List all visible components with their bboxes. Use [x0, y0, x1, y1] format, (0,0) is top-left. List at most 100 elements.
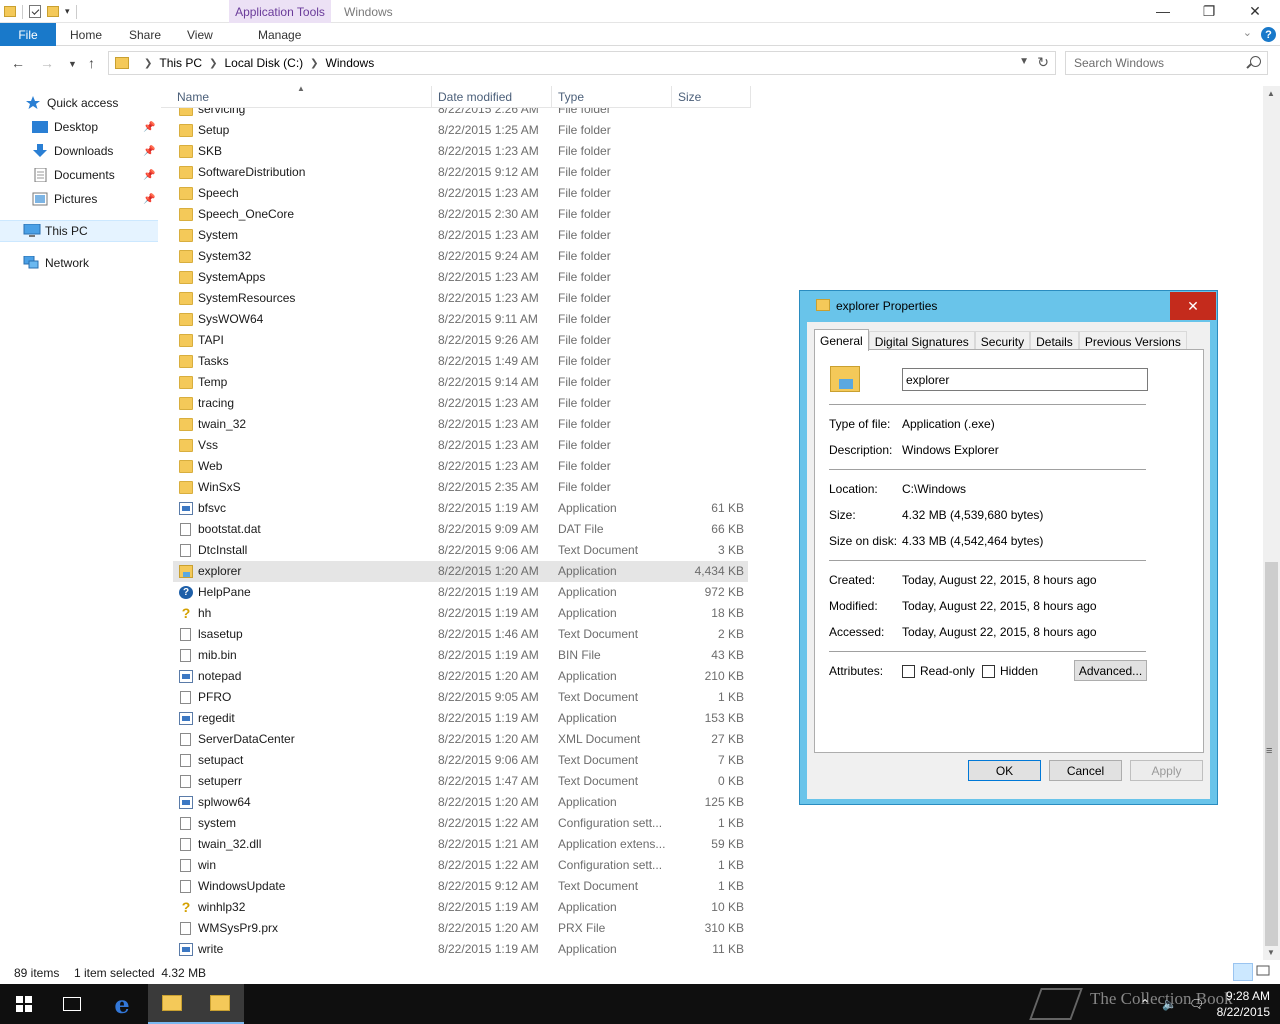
search-icon[interactable]: [1250, 56, 1261, 67]
details-view-button[interactable]: [1233, 963, 1253, 981]
close-window-button[interactable]: ✕: [1232, 0, 1278, 22]
sidebar-item-quick-access[interactable]: Quick access: [0, 92, 158, 114]
chevron-right-icon[interactable]: ❯: [209, 58, 217, 69]
table-row[interactable]: win 8/22/2015 1:22 AM Configuration sett..…: [173, 855, 748, 876]
tab-manage[interactable]: Manage: [258, 23, 301, 46]
table-row[interactable]: explorer 8/22/2015 1:20 AM Application 4,43…: [173, 561, 748, 582]
breadcrumb-windows[interactable]: Windows: [326, 56, 375, 70]
chevron-right-icon[interactable]: ❯: [144, 58, 152, 69]
table-row[interactable]: lsasetup 8/22/2015 1:46 AM Text Document 2 …: [173, 624, 748, 645]
table-row[interactable]: WinSxS 8/22/2015 2:35 AM File folder: [173, 477, 748, 498]
sidebar-item-this-pc[interactable]: This PC: [0, 220, 158, 242]
vertical-scrollbar[interactable]: ▲ ▼: [1263, 86, 1280, 960]
restore-button[interactable]: ❐: [1186, 0, 1232, 22]
new-folder-icon[interactable]: [47, 6, 59, 17]
start-button[interactable]: [0, 984, 48, 1024]
ok-button[interactable]: OK: [968, 760, 1041, 781]
table-row[interactable]: ? HelpPane 8/22/2015 1:19 AM Application 972…: [173, 582, 748, 603]
minimize-button[interactable]: —: [1140, 0, 1186, 22]
edge-button[interactable]: e: [98, 984, 146, 1024]
expand-ribbon-icon[interactable]: ⌄: [1243, 26, 1252, 39]
table-row[interactable]: Vss 8/22/2015 1:23 AM File folder: [173, 435, 748, 456]
advanced-button[interactable]: Advanced...: [1074, 660, 1147, 681]
scroll-down-arrow[interactable]: ▼: [1267, 948, 1275, 957]
table-row[interactable]: Speech 8/22/2015 1:23 AM File folder: [173, 183, 748, 204]
sidebar-item-network[interactable]: Network: [0, 252, 158, 274]
table-row[interactable]: SystemApps 8/22/2015 1:23 AM File folder: [173, 267, 748, 288]
table-row[interactable]: SystemResources 8/22/2015 1:23 AM File fol…: [173, 288, 748, 309]
table-row[interactable]: twain_32 8/22/2015 1:23 AM File folder: [173, 414, 748, 435]
filename-field[interactable]: [902, 368, 1148, 391]
chevron-right-icon[interactable]: ❯: [310, 58, 318, 69]
table-row[interactable]: tracing 8/22/2015 1:23 AM File folder: [173, 393, 748, 414]
tab-digital-signatures[interactable]: Digital Signatures: [868, 331, 975, 351]
column-header-size[interactable]: Size: [672, 86, 751, 108]
scroll-up-arrow[interactable]: ▲: [1267, 89, 1275, 98]
task-view-button[interactable]: [48, 984, 96, 1024]
table-row[interactable]: System32 8/22/2015 9:24 AM File folder: [173, 246, 748, 267]
pin-icon[interactable]: 📌: [143, 170, 155, 181]
table-row[interactable]: ServerDataCenter 8/22/2015 1:20 AM XML Doc…: [173, 729, 748, 750]
hidden-checkbox[interactable]: [982, 665, 995, 678]
table-row[interactable]: TAPI 8/22/2015 9:26 AM File folder: [173, 330, 748, 351]
table-row[interactable]: mib.bin 8/22/2015 1:19 AM BIN File 43 KB: [173, 645, 748, 666]
chevron-up-icon[interactable]: ⌃: [1140, 997, 1150, 1011]
table-row[interactable]: setupact 8/22/2015 9:06 AM Text Document 7 …: [173, 750, 748, 771]
table-row[interactable]: setuperr 8/22/2015 1:47 AM Text Document 0 …: [173, 771, 748, 792]
table-row[interactable]: system 8/22/2015 1:22 AM Configuration set…: [173, 813, 748, 834]
table-row[interactable]: Temp 8/22/2015 9:14 AM File folder: [173, 372, 748, 393]
table-row[interactable]: write 8/22/2015 1:19 AM Application 11 KB: [173, 939, 748, 960]
tab-security[interactable]: Security: [974, 331, 1031, 351]
tab-view[interactable]: View: [187, 23, 213, 46]
table-row[interactable]: SysWOW64 8/22/2015 9:11 AM File folder: [173, 309, 748, 330]
table-row[interactable]: PFRO 8/22/2015 9:05 AM Text Document 1 KB: [173, 687, 748, 708]
refresh-icon[interactable]: ↻: [1037, 54, 1049, 71]
tab-home[interactable]: Home: [70, 23, 102, 46]
table-row[interactable]: WindowsUpdate 8/22/2015 9:12 AM Text Docum…: [173, 876, 748, 897]
table-row[interactable]: splwow64 8/22/2015 1:20 AM Application 125 …: [173, 792, 748, 813]
help-icon[interactable]: ?: [1261, 27, 1276, 42]
table-row[interactable]: Speech_OneCore 8/22/2015 2:30 AM File fold…: [173, 204, 748, 225]
tab-details[interactable]: Details: [1030, 331, 1079, 351]
pin-icon[interactable]: 📌: [143, 122, 155, 133]
properties-icon[interactable]: [29, 5, 41, 18]
volume-icon[interactable]: 🔈: [1162, 997, 1177, 1011]
table-row[interactable]: System 8/22/2015 1:23 AM File folder: [173, 225, 748, 246]
sidebar-item-pictures[interactable]: Pictures 📌: [0, 188, 158, 210]
sidebar-item-desktop[interactable]: Desktop 📌: [0, 116, 158, 138]
address-bar[interactable]: ❯ This PC ❯ Local Disk (C:) ❯ Windows ▼ …: [108, 51, 1056, 75]
table-row[interactable]: WMSysPr9.prx 8/22/2015 1:20 AM PRX File 310…: [173, 918, 748, 939]
table-row[interactable]: regedit 8/22/2015 1:19 AM Application 153 K…: [173, 708, 748, 729]
tab-share[interactable]: Share: [129, 23, 161, 46]
table-row[interactable]: ? hh 8/22/2015 1:19 AM Application 18 KB: [173, 603, 748, 624]
table-row[interactable]: Setup 8/22/2015 1:25 AM File folder: [173, 120, 748, 141]
clock[interactable]: 9:28 AM 8/22/2015: [1217, 988, 1270, 1020]
column-header-date[interactable]: Date modified: [432, 86, 552, 108]
dialog-close-button[interactable]: ✕: [1170, 292, 1216, 320]
apply-button[interactable]: Apply: [1130, 760, 1203, 781]
table-row[interactable]: bootstat.dat 8/22/2015 9:09 AM DAT File 66 …: [173, 519, 748, 540]
cancel-button[interactable]: Cancel: [1049, 760, 1122, 781]
table-row[interactable]: DtcInstall 8/22/2015 9:06 AM Text Document…: [173, 540, 748, 561]
file-explorer-taskbar-button[interactable]: [148, 984, 196, 1024]
up-button[interactable]: ↑: [88, 55, 95, 71]
tab-previous-versions[interactable]: Previous Versions: [1078, 331, 1187, 351]
tab-general[interactable]: General: [814, 329, 869, 351]
table-row[interactable]: Web 8/22/2015 1:23 AM File folder: [173, 456, 748, 477]
table-row[interactable]: ? winhlp32 8/22/2015 1:19 AM Application 10 …: [173, 897, 748, 918]
column-header-name[interactable]: Name: [171, 86, 432, 108]
pin-icon[interactable]: 📌: [143, 146, 155, 157]
table-row[interactable]: notepad 8/22/2015 1:20 AM Application 210 K…: [173, 666, 748, 687]
table-row[interactable]: SKB 8/22/2015 1:23 AM File folder: [173, 141, 748, 162]
action-center-icon[interactable]: 🗨: [1189, 997, 1204, 1011]
chevron-down-icon[interactable]: ▼: [1019, 56, 1029, 67]
sidebar-item-downloads[interactable]: Downloads 📌: [0, 140, 158, 162]
breadcrumb-this-pc[interactable]: This PC: [159, 56, 202, 70]
tab-file[interactable]: File: [0, 23, 56, 46]
recent-locations-button[interactable]: ▼: [68, 59, 77, 69]
table-row[interactable]: bfsvc 8/22/2015 1:19 AM Application 61 KB: [173, 498, 748, 519]
table-row[interactable]: Tasks 8/22/2015 1:49 AM File folder: [173, 351, 748, 372]
back-button[interactable]: ←: [11, 55, 25, 71]
breadcrumb-local-disk[interactable]: Local Disk (C:): [224, 56, 303, 70]
forward-button[interactable]: →: [40, 55, 54, 71]
